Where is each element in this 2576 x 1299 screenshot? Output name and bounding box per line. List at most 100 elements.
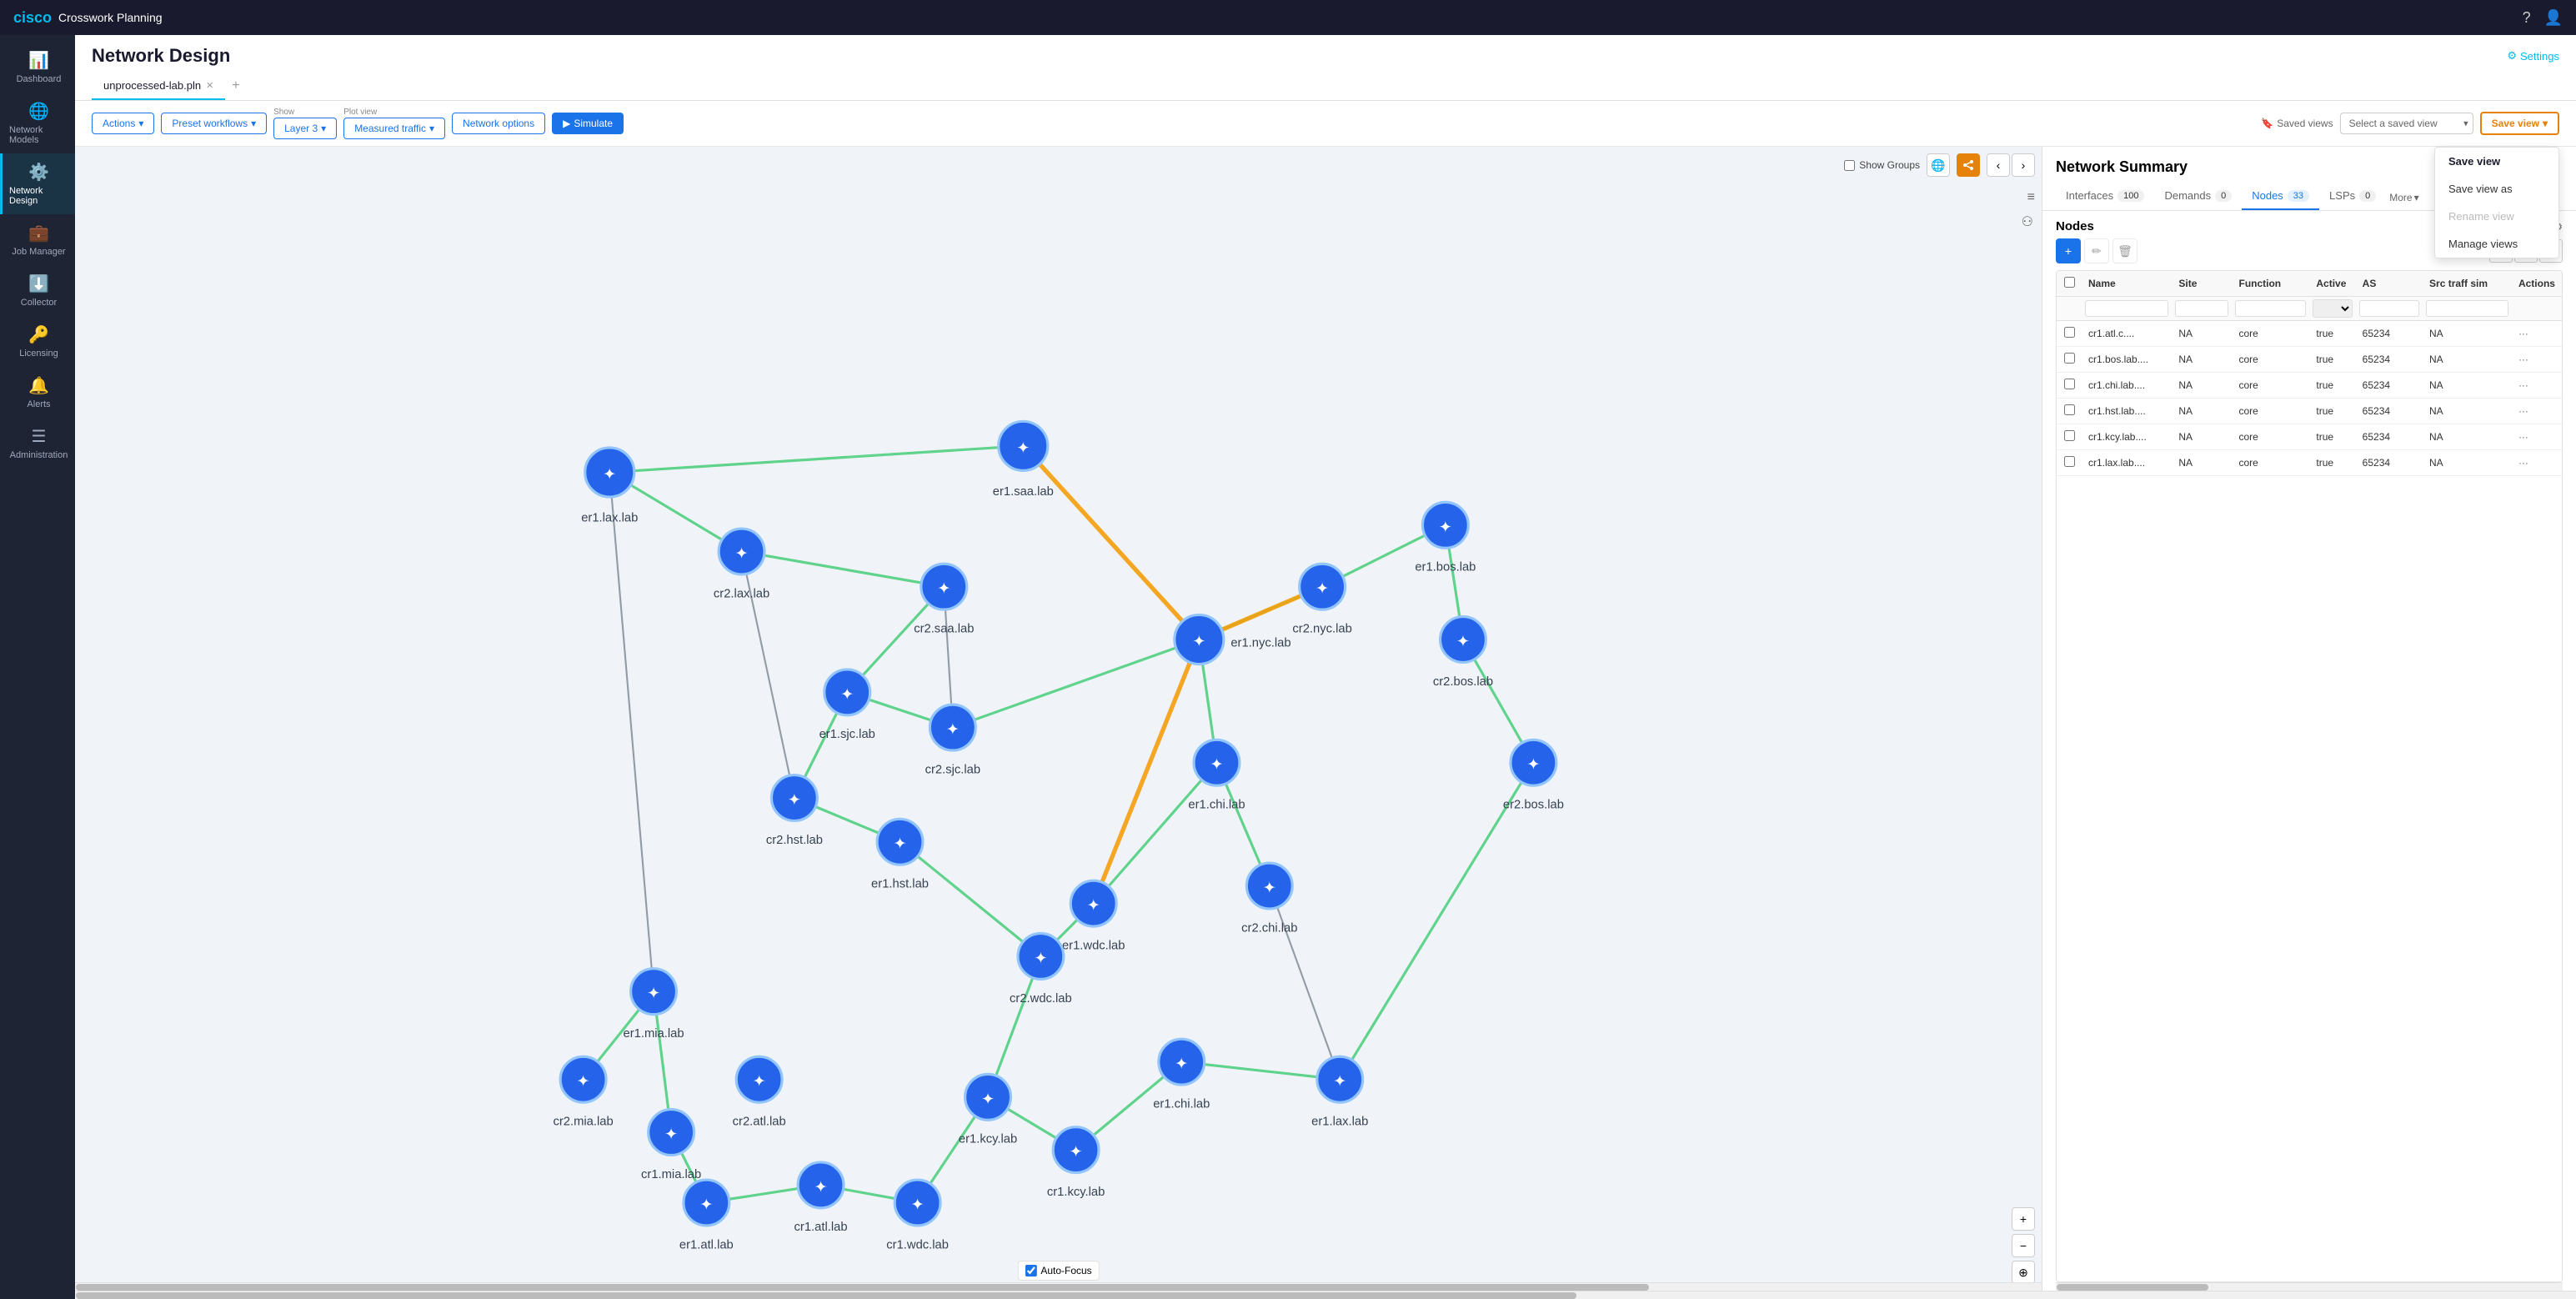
sidebar-item-collector[interactable]: ⬇️ Collector (0, 265, 75, 316)
network-node[interactable]: ✦ er1.chi.lab (1153, 1039, 1210, 1111)
col-name[interactable]: Name (2082, 271, 2172, 297)
map-area[interactable]: Show Groups 🌐 ‹ › (75, 147, 2042, 1291)
filter-as-input[interactable] (2359, 300, 2419, 317)
network-node[interactable]: ✦ er1.saa.lab (993, 421, 1054, 499)
row-checkbox[interactable] (2064, 430, 2075, 441)
network-node[interactable]: ✦ er1.bos.lab (1415, 502, 1476, 574)
row-checkbox[interactable] (2064, 353, 2075, 364)
table-row[interactable]: cr1.lax.lab.... NA core true 65234 NA ··… (2057, 450, 2562, 476)
row-actions[interactable]: ··· (2512, 450, 2562, 476)
saved-views-select[interactable]: Select a saved view (2340, 113, 2473, 134)
sidebar-item-administration[interactable]: ☰ Administration (0, 418, 75, 469)
col-src-traff-sim[interactable]: Src traff sim (2423, 271, 2512, 297)
network-node[interactable]: ✦ cr2.nyc.lab (1292, 564, 1351, 635)
row-actions[interactable]: ··· (2512, 321, 2562, 347)
filter-active-select[interactable]: true false (2313, 299, 2352, 318)
save-view-button[interactable]: Save view ▾ (2480, 112, 2559, 135)
col-as[interactable]: AS (2356, 271, 2423, 297)
tab-close-icon[interactable]: ✕ (206, 80, 213, 91)
network-map-svg[interactable]: ✦ er1.lax.lab ✦ cr2.lax.lab ✦ er1.saa.la… (75, 147, 2042, 1291)
network-node[interactable]: ✦ er1.chi.lab (1188, 740, 1245, 811)
network-node[interactable]: ✦ er1.atl.lab (679, 1180, 734, 1251)
network-node[interactable]: ✦ cr2.mia.lab (553, 1056, 613, 1128)
row-actions[interactable]: ··· (2512, 373, 2562, 399)
filter-function-input[interactable] (2235, 300, 2306, 317)
table-row[interactable]: cr1.hst.lab.... NA core true 65234 NA ··… (2057, 399, 2562, 424)
table-h-scroll[interactable] (2056, 1282, 2563, 1291)
settings-link[interactable]: ⚙ Settings (2507, 49, 2559, 63)
network-node[interactable]: ✦ cr2.sjc.lab (925, 705, 980, 776)
network-node[interactable]: ✦ cr2.chi.lab (1241, 863, 1297, 935)
tab-demands[interactable]: Demands 0 (2154, 184, 2242, 210)
network-node[interactable]: ✦ cr2.hst.lab (766, 775, 823, 847)
sidebar-item-licensing[interactable]: 🔑 Licensing (0, 316, 75, 367)
tab-unprocessed-lab[interactable]: unprocessed-lab.pln ✕ (92, 73, 225, 100)
sidebar-item-dashboard[interactable]: 📊 Dashboard (0, 42, 75, 93)
dropdown-item-save-view-as[interactable]: Save view as (2435, 175, 2558, 203)
globe-icon-btn[interactable]: 🌐 (1927, 153, 1950, 177)
map-h-scroll[interactable] (75, 1282, 2042, 1291)
network-node[interactable]: ✦ cr1.atl.lab (794, 1162, 848, 1234)
row-checkbox[interactable] (2064, 456, 2075, 467)
dropdown-item-manage-views[interactable]: Manage views (2435, 230, 2558, 258)
row-actions[interactable]: ··· (2512, 399, 2562, 424)
add-node-button[interactable]: + (2056, 238, 2081, 263)
tab-nodes[interactable]: Nodes 33 (2242, 184, 2319, 210)
network-node[interactable]: ✦ cr2.atl.lab (733, 1056, 786, 1128)
filter-site-input[interactable] (2175, 300, 2228, 317)
col-site[interactable]: Site (2172, 271, 2232, 297)
nav-next-button[interactable]: › (2012, 153, 2035, 177)
sidebar-item-job-manager[interactable]: 💼 Job Manager (0, 214, 75, 265)
sidebar-item-network-design[interactable]: ⚙️ Network Design (0, 153, 75, 214)
network-node[interactable]: ✦ er1.wdc.lab (1062, 880, 1125, 952)
table-row[interactable]: cr1.atl.c.... NA core true 65234 NA ··· (2057, 321, 2562, 347)
filter-src-input[interactable] (2426, 300, 2508, 317)
show-layer-button[interactable]: Layer 3 ▾ (273, 118, 337, 139)
show-groups-checkbox[interactable] (1844, 160, 1855, 171)
zoom-in-button[interactable]: + (2012, 1207, 2035, 1231)
network-node[interactable]: ✦ cr2.saa.lab (914, 564, 974, 635)
tab-lsps[interactable]: LSPs 0 (2319, 184, 2386, 210)
network-node[interactable]: ✦ er1.lax.lab (1311, 1056, 1368, 1128)
network-node[interactable]: ✦ cr2.lax.lab (714, 529, 769, 600)
network-node[interactable]: ✦ er1.hst.lab (871, 819, 929, 890)
user-icon[interactable]: 👤 (2544, 9, 2563, 27)
preset-workflows-button[interactable]: Preset workflows ▾ (161, 113, 267, 134)
measured-traffic-button[interactable]: Measured traffic ▾ (343, 118, 445, 139)
show-groups-checkbox-label[interactable]: Show Groups (1844, 159, 1920, 171)
network-node[interactable]: ✦ cr1.wdc.lab (886, 1180, 949, 1251)
tab-add-button[interactable]: + (225, 73, 246, 100)
network-node[interactable]: ✦ cr2.bos.lab (1433, 617, 1493, 689)
col-function[interactable]: Function (2232, 271, 2309, 297)
table-row[interactable]: cr1.bos.lab.... NA core true 65234 NA ··… (2057, 347, 2562, 373)
auto-focus-area[interactable]: Auto-Focus (1017, 1261, 1099, 1281)
actions-button[interactable]: Actions ▾ (92, 113, 154, 134)
tab-interfaces[interactable]: Interfaces 100 (2056, 184, 2154, 210)
row-actions[interactable]: ··· (2512, 347, 2562, 373)
table-row[interactable]: cr1.kcy.lab.... NA core true 65234 NA ··… (2057, 424, 2562, 450)
network-node[interactable]: ✦ cr1.kcy.lab (1047, 1127, 1105, 1199)
network-node[interactable]: ✦ er1.sjc.lab (819, 670, 875, 741)
network-node[interactable]: ✦ er1.mia.lab (623, 969, 684, 1041)
row-actions[interactable]: ··· (2512, 424, 2562, 450)
select-all-checkbox[interactable] (2064, 277, 2075, 288)
topology-icon-btn[interactable] (1957, 153, 1980, 177)
bottom-scrollbar[interactable] (75, 1291, 2576, 1299)
auto-focus-checkbox[interactable] (1025, 1265, 1036, 1276)
network-node[interactable]: ✦ er1.lax.lab (581, 448, 638, 525)
col-active[interactable]: Active (2309, 271, 2355, 297)
table-row[interactable]: cr1.chi.lab.... NA core true 65234 NA ··… (2057, 373, 2562, 399)
nav-prev-button[interactable]: ‹ (1987, 153, 2010, 177)
row-checkbox[interactable] (2064, 327, 2075, 338)
dropdown-item-save-view[interactable]: Save view (2435, 148, 2558, 175)
zoom-out-button[interactable]: − (2012, 1234, 2035, 1257)
more-button[interactable]: More ▾ (2389, 192, 2418, 203)
sidebar-item-network-models[interactable]: 🌐 Network Models (0, 93, 75, 153)
filter-name-input[interactable] (2085, 300, 2168, 317)
reset-view-button[interactable]: ⊕ (2012, 1261, 2035, 1284)
help-icon[interactable]: ? (2523, 9, 2531, 27)
sidebar-item-alerts[interactable]: 🔔 Alerts (0, 367, 75, 418)
simulate-button[interactable]: ▶ Simulate (552, 113, 624, 134)
network-node[interactable]: ✦ er1.nyc.lab (1175, 614, 1291, 664)
network-options-button[interactable]: Network options (452, 113, 545, 134)
